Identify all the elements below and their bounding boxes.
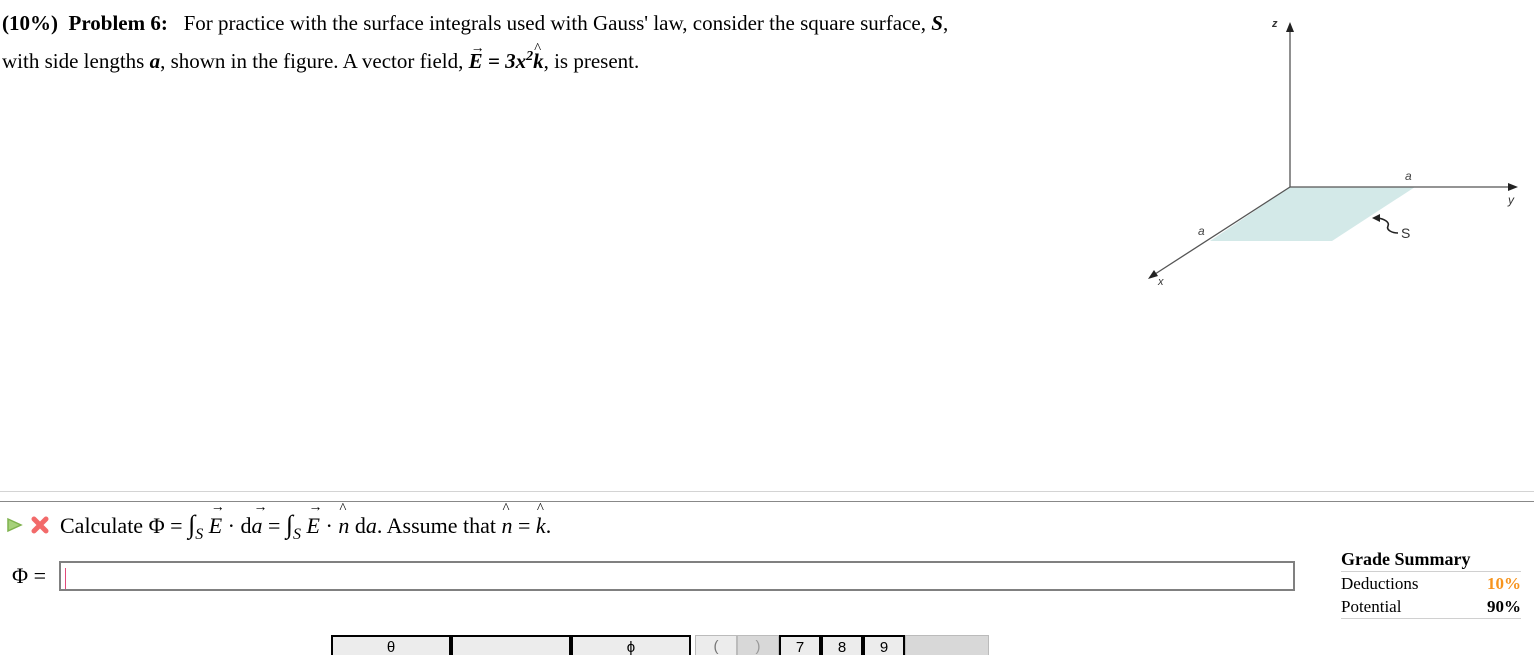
side-label-x: a [1198,224,1205,238]
divider-dark [0,501,1534,502]
key-7[interactable]: 7 [779,635,821,655]
surface-pointer-icon [1377,217,1399,234]
answer-input[interactable] [59,561,1295,591]
surface-symbol: S [931,11,943,35]
surface-S [1210,187,1415,241]
key-8[interactable]: 8 [821,635,863,655]
divider-light [0,491,1534,492]
problem-number: Problem 6: [68,11,168,35]
potential-value: 90% [1487,597,1521,616]
key-open-paren[interactable]: ( [695,635,737,655]
answer-row: Φ = [12,561,1295,591]
field-exponent: 2 [526,49,534,64]
surface-label: S [1401,225,1410,241]
z-arrow-icon [1286,22,1294,32]
grade-row-deductions: Deductions 10% [1341,574,1521,593]
problem-text-1: For practice with the surface integrals … [183,11,927,35]
grade-summary-title: Grade Summary [1341,549,1521,572]
y-arrow-icon [1508,183,1518,191]
side-symbol: a [149,49,161,73]
question-row: Calculate Φ = ∫S → E · d → a = ∫S → E · ^ n d… [4,500,552,543]
text-caret [65,568,66,589]
grade-row-potential: Potential 90% [1341,595,1521,619]
field-unit-k: ^ k [533,41,544,73]
answer-label: Φ = [12,563,46,588]
x-label: x [1157,276,1164,288]
problem-text-2: with side lengths [2,49,145,73]
key-close-paren[interactable]: ) [737,635,779,655]
key-9[interactable]: 9 [863,635,905,655]
problem-text-4: , is present. [543,49,640,73]
key-blank[interactable] [451,635,571,655]
x-arrow-icon [1148,270,1158,279]
deductions-value: 10% [1487,574,1521,593]
field-expression: = 3x [482,49,527,73]
problem-text-3: , shown in the figure. A vector field, [160,49,464,73]
grade-summary: Grade Summary Deductions 10% Potential 9… [1341,549,1521,619]
pointer-arrowhead-icon [1372,214,1380,222]
play-icon[interactable] [4,515,24,535]
problem-weight: (10%) [2,11,58,35]
y-label: y [1507,193,1515,207]
key-extra[interactable] [905,635,989,655]
key-theta[interactable]: θ [331,635,451,655]
question-text: Calculate Φ = ∫S → E · d → a = ∫S → E · ^ n d… [60,500,552,543]
incorrect-x-icon [31,516,49,534]
problem-statement: (10%) Problem 6: For practice with the s… [2,7,1112,78]
surface-figure: z y x a a S [1148,18,1518,288]
input-keypad: θ ϕ ( ) 7 8 9 [331,635,989,655]
field-vector-E: → E [468,41,485,73]
side-label-y: a [1405,169,1412,183]
key-phi[interactable]: ϕ [571,635,691,655]
z-label: z [1271,18,1278,30]
